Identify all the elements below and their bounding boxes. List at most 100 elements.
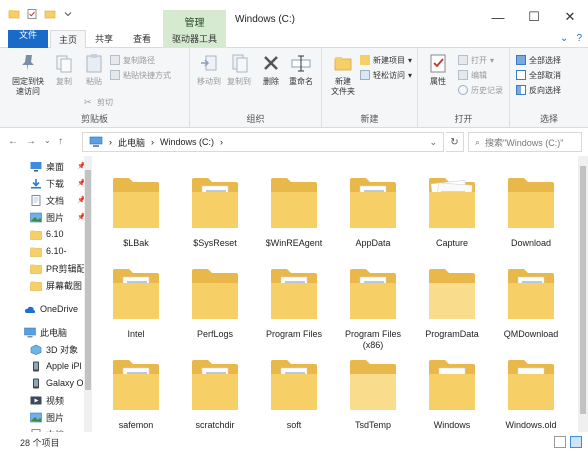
- folder-item[interactable]: Download: [491, 172, 571, 249]
- nav-pane-scrollbar[interactable]: [84, 156, 92, 432]
- tab-file[interactable]: 文件: [8, 30, 48, 48]
- nav-item-this-pc[interactable]: 此电脑: [0, 324, 92, 340]
- rename-button[interactable]: 重命名: [286, 52, 316, 87]
- new-item-button[interactable]: 新建项目 ▾: [360, 54, 412, 66]
- open-button[interactable]: 打开 ▾: [458, 54, 494, 66]
- tab-view[interactable]: 查看: [124, 30, 160, 48]
- tab-home[interactable]: 主页: [50, 30, 86, 49]
- select-all-icon: [516, 55, 526, 65]
- details-view-button[interactable]: [554, 436, 566, 448]
- properties-button[interactable]: 属性: [424, 52, 452, 87]
- breadcrumb-separator: ›: [220, 137, 224, 147]
- nav-item-apple-device[interactable]: Apple iPl: [0, 358, 92, 374]
- folder-item[interactable]: Intel: [96, 263, 176, 340]
- folder-item[interactable]: PerfLogs: [175, 263, 255, 340]
- edit-button[interactable]: 编辑: [458, 69, 487, 81]
- paste-button[interactable]: 粘贴: [80, 52, 108, 87]
- folder-item[interactable]: scratchdir: [175, 354, 255, 431]
- folder-name: Intel: [127, 329, 145, 339]
- copy-button[interactable]: 复制: [50, 52, 78, 87]
- close-button[interactable]: ✕: [552, 6, 588, 28]
- content-scrollbar-thumb[interactable]: [580, 166, 586, 414]
- recent-locations-icon[interactable]: ⌄: [44, 136, 51, 145]
- large-icons-view-button[interactable]: [570, 436, 582, 448]
- nav-item-folder[interactable]: 6.10: [0, 226, 92, 242]
- paste-shortcut-button[interactable]: 粘贴快捷方式: [110, 69, 171, 81]
- copy-path-label: 复制路径: [123, 55, 155, 65]
- nav-item-pictures[interactable]: 图片 📌: [0, 209, 92, 225]
- folder-item[interactable]: Capture: [412, 172, 492, 249]
- breadcrumb-drive[interactable]: Windows (C:): [160, 137, 214, 147]
- address-dropdown-icon[interactable]: ⌄: [429, 137, 437, 148]
- context-tab-title: 管理: [184, 18, 205, 29]
- folder-item[interactable]: Program Files: [254, 263, 334, 340]
- content-scrollbar[interactable]: [578, 156, 588, 432]
- maximize-button[interactable]: ☐: [516, 6, 552, 28]
- nav-item-desktop[interactable]: 桌面 📌: [0, 158, 92, 174]
- minimize-button[interactable]: —: [480, 6, 516, 28]
- folder-item[interactable]: AppData: [333, 172, 413, 249]
- folder-icon: [429, 178, 475, 228]
- folder-item[interactable]: $WinREAgent: [254, 172, 334, 249]
- cut-button[interactable]: ✂ 剪切: [84, 96, 113, 108]
- folder-item[interactable]: Windows: [412, 354, 492, 431]
- chevron-down-icon[interactable]: [62, 8, 74, 20]
- folder-item[interactable]: ProgramData: [412, 263, 492, 340]
- ribbon-help-controls: ⌄ ?: [560, 33, 582, 44]
- tab-share[interactable]: 共享: [86, 30, 122, 48]
- history-button[interactable]: 历史记录: [458, 84, 503, 96]
- nav-item-3d-objects[interactable]: 3D 对象: [0, 341, 92, 357]
- select-all-button[interactable]: 全部选择: [516, 54, 561, 66]
- folder-item[interactable]: soft: [254, 354, 334, 431]
- pin-quick-access-button[interactable]: 固定到快 速访问: [8, 52, 48, 97]
- folder-icon: [192, 269, 238, 319]
- copy-to-icon: [232, 54, 248, 73]
- refresh-button[interactable]: ↻: [446, 132, 464, 152]
- easy-access-button[interactable]: 轻松访问 ▾: [360, 69, 412, 81]
- new-folder-button[interactable]: 新建 文件夹: [326, 52, 360, 97]
- delete-button[interactable]: 删除: [258, 52, 284, 87]
- select-none-label: 全部取消: [529, 70, 561, 80]
- new-folder-label: 新建 文件夹: [331, 77, 355, 96]
- help-icon[interactable]: ?: [576, 33, 582, 44]
- back-arrow-icon[interactable]: ←: [8, 136, 18, 147]
- move-to-button[interactable]: 移动到: [194, 52, 224, 87]
- download-icon: [31, 178, 41, 188]
- folder-icon: [429, 269, 475, 319]
- clipboard-group-label: 剪贴板: [80, 114, 108, 124]
- folder-item[interactable]: Program Files (x86): [333, 263, 413, 351]
- address-bar[interactable]: › 此电脑 › Windows (C:) › ⌄: [82, 132, 444, 152]
- folder-item[interactable]: safemon: [96, 354, 176, 431]
- folder-item[interactable]: $LBak: [96, 172, 176, 249]
- nav-item-downloads[interactable]: 下载 📌: [0, 175, 92, 191]
- new-folder-icon[interactable]: [44, 8, 56, 20]
- invert-selection-button[interactable]: 反向选择: [516, 84, 561, 96]
- nav-item-galaxy-device[interactable]: Galaxy O: [0, 375, 92, 391]
- nav-item-videos[interactable]: 视频: [0, 392, 92, 408]
- copy-path-button[interactable]: 复制路径: [110, 54, 155, 66]
- select-none-button[interactable]: 全部取消: [516, 69, 561, 81]
- nav-item-documents[interactable]: 文档 📌: [0, 192, 92, 208]
- nav-item-folder[interactable]: 屏幕截图: [0, 277, 92, 293]
- nav-item-pictures[interactable]: 图片: [0, 409, 92, 425]
- nav-pane-scrollbar-thumb[interactable]: [85, 170, 91, 390]
- properties-icon: [430, 54, 446, 73]
- search-input[interactable]: ⌕ 搜索"Windows (C:)": [468, 132, 582, 152]
- forward-arrow-icon[interactable]: →: [26, 136, 36, 147]
- folder-item[interactable]: Windows.old: [491, 354, 571, 431]
- group-new: 新建 文件夹 新建项目 ▾ 轻松访问 ▾ 新建: [322, 48, 418, 128]
- expand-ribbon-icon[interactable]: ⌄: [560, 33, 568, 44]
- nav-item-folder[interactable]: PR剪辑配: [0, 260, 92, 276]
- up-arrow-icon[interactable]: ↑: [58, 136, 63, 147]
- folder-item[interactable]: TsdTemp: [333, 354, 413, 431]
- folder-item[interactable]: QMDownload: [491, 263, 571, 340]
- nav-item-onedrive[interactable]: OneDrive: [0, 301, 92, 317]
- tab-drive-tools[interactable]: 驱动器工具: [163, 30, 226, 48]
- folder-item[interactable]: $SysReset: [175, 172, 255, 249]
- breadcrumb-this-pc[interactable]: 此电脑: [118, 136, 145, 149]
- copy-to-button[interactable]: 复制到: [224, 52, 254, 87]
- copy-icon: [56, 55, 72, 73]
- nav-item-folder[interactable]: 6.10-: [0, 243, 92, 259]
- refresh-icon: ↻: [450, 136, 459, 148]
- properties-check-icon[interactable]: [26, 8, 38, 20]
